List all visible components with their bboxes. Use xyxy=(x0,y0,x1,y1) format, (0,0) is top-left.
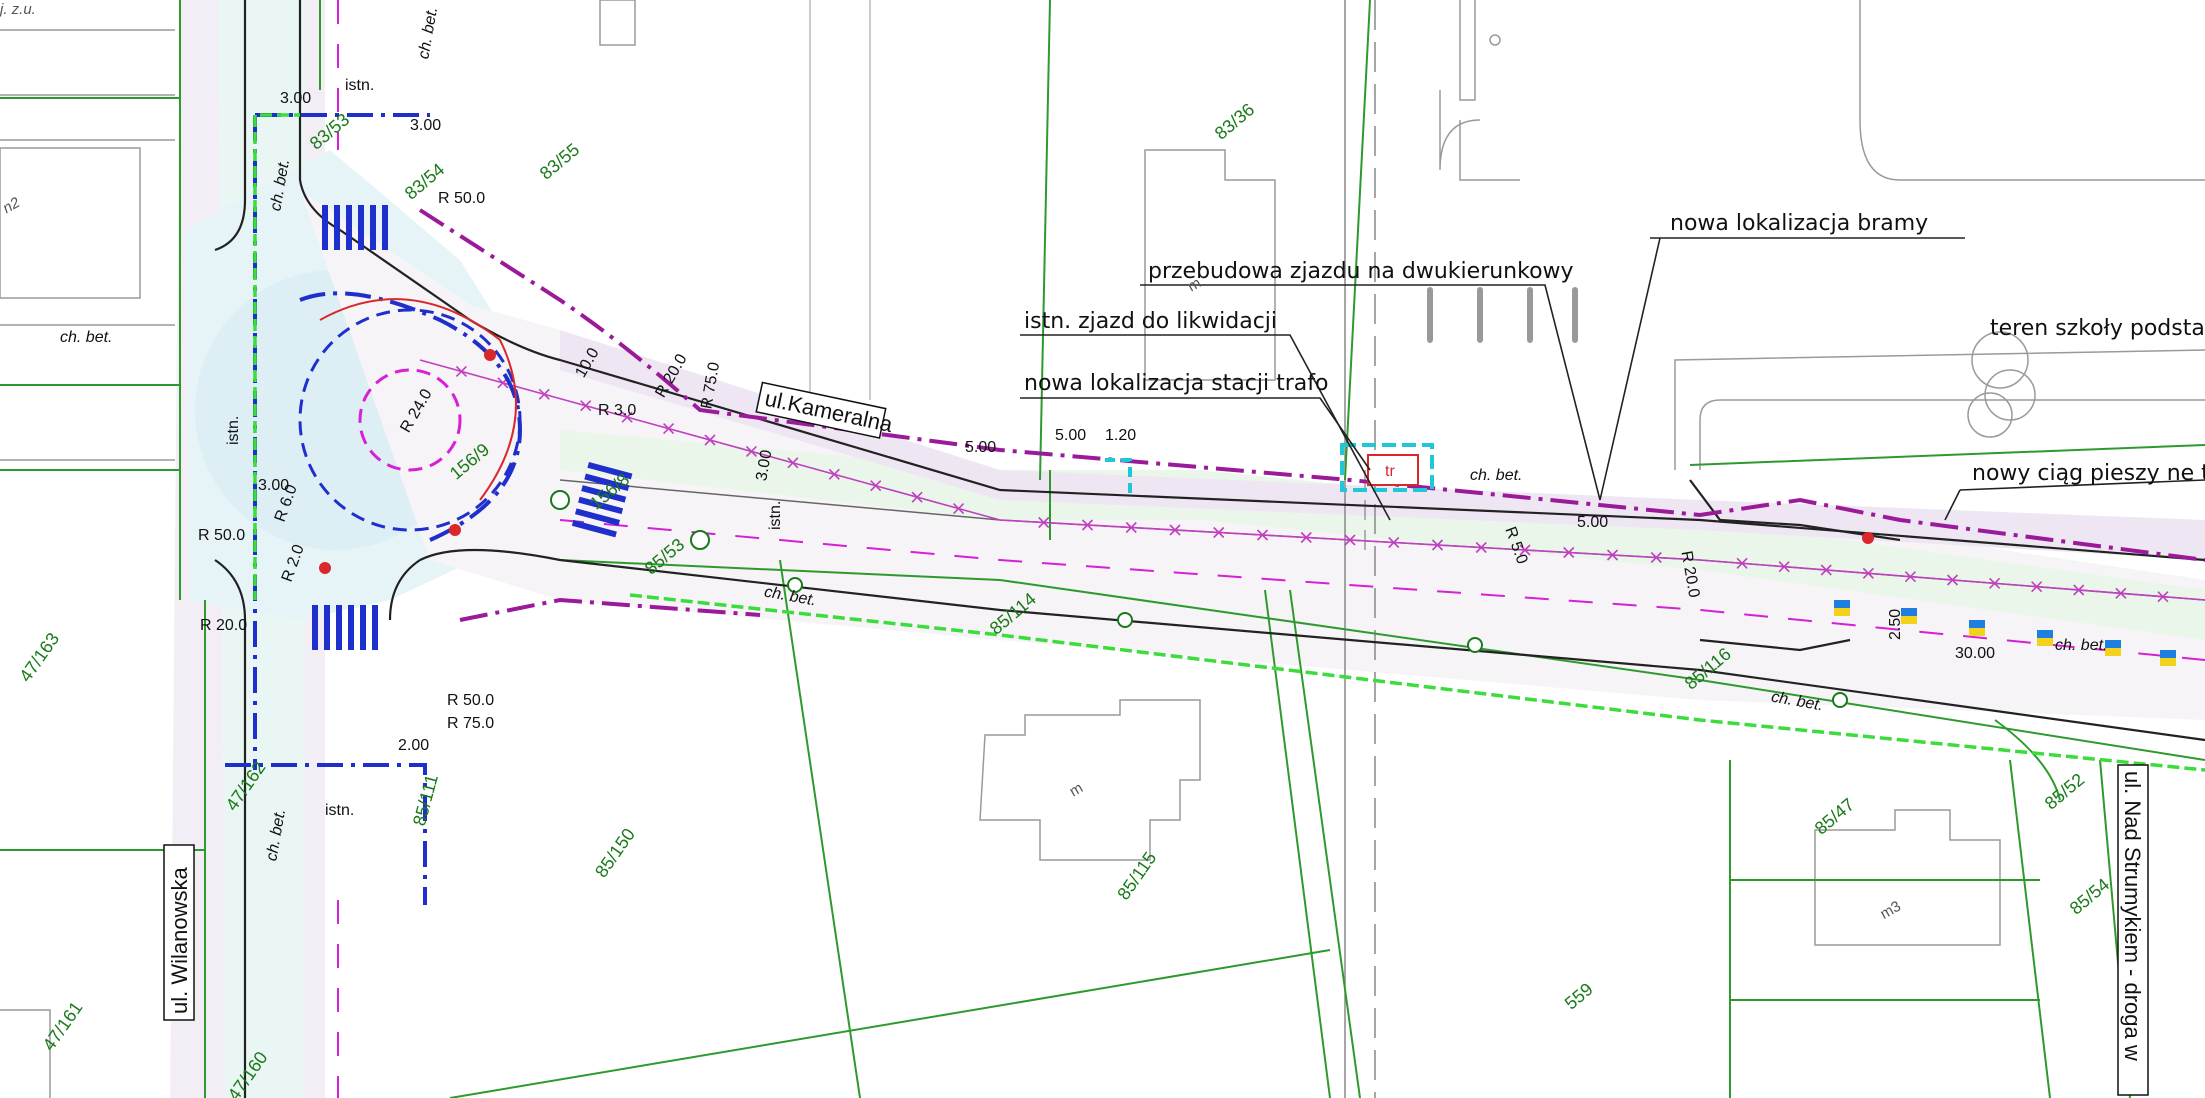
callout-driveway: przebudowa zjazdu na dwukierunkowy xyxy=(1148,259,1574,284)
svg-text:2.50: 2.50 xyxy=(1887,609,1904,640)
svg-text:R 50.0: R 50.0 xyxy=(447,692,494,709)
svg-text:5.00: 5.00 xyxy=(1055,427,1086,444)
svg-text:ul. Nad Strumykiem - droga w: ul. Nad Strumykiem - droga w xyxy=(2120,771,2145,1061)
svg-text:ch. bet.: ch. bet. xyxy=(1470,467,1522,484)
svg-text:istn.: istn. xyxy=(767,501,784,530)
site-plan-map: tr ul.Kameralna ul. Wilanowska ul. Nad S… xyxy=(0,0,2205,1098)
callout-footpath: nowy ciąg pieszy ne t xyxy=(1972,461,2205,486)
svg-text:ul. Wilanowska: ul. Wilanowska xyxy=(167,867,192,1014)
svg-text:R 50.0: R 50.0 xyxy=(198,527,245,544)
svg-text:ch. bet.: ch. bet. xyxy=(60,329,112,346)
misc-label-jzu: j. z.u. xyxy=(0,1,36,18)
callout-school: teren szkoły podstaw xyxy=(1990,316,2205,341)
svg-text:R 20.0: R 20.0 xyxy=(200,617,247,634)
svg-text:istn.: istn. xyxy=(325,802,354,819)
svg-text:5.00: 5.00 xyxy=(965,439,996,456)
svg-text:5.00: 5.00 xyxy=(1577,514,1608,531)
callout-old-driveway: istn. zjazd do likwidacji xyxy=(1024,309,1277,334)
svg-text:istn.: istn. xyxy=(225,416,242,445)
svg-text:R 50.0: R 50.0 xyxy=(438,190,485,207)
transformer-label: tr xyxy=(1385,463,1395,480)
svg-text:R 3.0: R 3.0 xyxy=(598,402,636,419)
svg-text:ch. bet.: ch. bet. xyxy=(2055,637,2107,654)
svg-text:R 75.0: R 75.0 xyxy=(447,715,494,732)
street-wilanowska: ul. Wilanowska xyxy=(163,844,195,1021)
svg-text:2.00: 2.00 xyxy=(398,737,429,754)
callout-gate: nowa lokalizacja bramy xyxy=(1670,211,1928,236)
callout-transformer: nowa lokalizacja stacji trafo xyxy=(1024,371,1328,396)
svg-text:1.20: 1.20 xyxy=(1105,427,1136,444)
svg-text:3.00: 3.00 xyxy=(410,117,441,134)
svg-text:istn.: istn. xyxy=(345,77,374,94)
svg-text:3.00: 3.00 xyxy=(280,90,311,107)
svg-text:30.00: 30.00 xyxy=(1955,645,1995,662)
street-nad-strumykiem: ul. Nad Strumykiem - droga w xyxy=(2117,764,2149,1096)
